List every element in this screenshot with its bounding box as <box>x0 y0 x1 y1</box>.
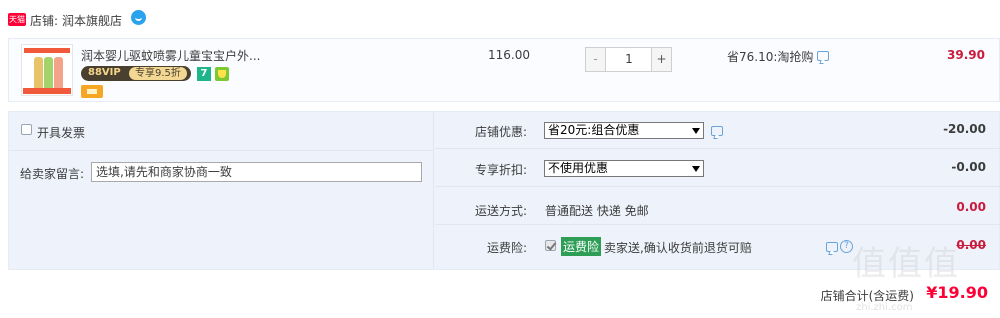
exclusive-discount-label: 专享折扣: <box>474 163 527 177</box>
savings-text: 省76.10:淘抢购 <box>727 50 814 64</box>
divider <box>435 148 1000 149</box>
exclusive-discount-amount: -0.00 <box>951 160 986 174</box>
dropdown-arrow-icon <box>692 166 700 172</box>
seven-day-return-icon: 7 <box>197 67 211 81</box>
freight-insurance-badge: 运费险 <box>561 237 602 256</box>
order-shop-section: 天猫 店铺: 润本旗舰店 润本婴儿驱蚊喷雾儿童宝宝户外... 88VIP 专享9… <box>0 0 1000 318</box>
guarantee-shield-icon <box>215 67 229 81</box>
item-subtotal: 39.90 <box>947 48 985 62</box>
unit-price: 116.00 <box>488 48 530 62</box>
quantity-input[interactable]: 1 <box>607 48 651 71</box>
quantity-stepper: - 1 + <box>585 47 672 72</box>
cart-item-row: 润本婴儿驱蚊喷雾儿童宝宝户外... 88VIP 专享9.5折 7 116.00 … <box>8 38 1000 102</box>
freight-insurance-checkbox[interactable] <box>545 240 556 251</box>
exclusive-discount-selected: 不使用优惠 <box>548 161 609 175</box>
product-thumbnail[interactable] <box>21 44 73 96</box>
freight-insurance-text: 卖家送,确认收货前退货可赔 <box>604 241 752 255</box>
exclusive-discount-select[interactable]: 不使用优惠 <box>544 160 704 177</box>
shop-label: 店铺: <box>30 14 59 28</box>
vip-badge: 88VIP 专享9.5折 <box>81 66 191 81</box>
shipping-method: 普通配送 快递 免邮 <box>545 204 649 218</box>
shipping-amount: 0.00 <box>956 200 986 214</box>
shop-name-link[interactable]: 润本旗舰店 <box>62 12 122 29</box>
comment-icon[interactable] <box>817 51 829 61</box>
divider <box>435 186 1000 187</box>
quantity-decrease-button[interactable]: - <box>586 48 606 71</box>
quantity-increase-button[interactable]: + <box>651 48 671 71</box>
product-title-link[interactable]: 润本婴儿驱蚊喷雾儿童宝宝户外... <box>81 47 260 64</box>
watermark-logo: 值值值 <box>852 244 960 284</box>
divider <box>435 224 1000 225</box>
shop-discount-select[interactable]: 省20元:组合优惠 <box>544 122 704 139</box>
freight-insurance-amount: 0.00 <box>956 238 986 252</box>
divider <box>9 150 434 151</box>
shipping-label: 运送方式: <box>474 204 527 218</box>
shop-discount-amount: -20.00 <box>943 122 986 136</box>
invoice-label: 开具发票 <box>37 126 86 140</box>
shop-discount-selected: 省20元:组合优惠 <box>548 123 640 137</box>
shop-total-amount: ¥19.90 <box>926 283 988 302</box>
left-options: 开具发票 给卖家留言: 选填,请先和商家协商一致 <box>9 112 434 269</box>
freight-insurance-label: 运费险: <box>486 241 527 255</box>
seller-message-input[interactable]: 选填,请先和商家协商一致 <box>91 162 422 182</box>
invoice-checkbox[interactable] <box>21 124 32 135</box>
vip-discount-label: 专享9.5折 <box>129 67 187 80</box>
credit-card-icon <box>81 85 103 98</box>
comment-icon[interactable] <box>826 242 838 252</box>
dropdown-arrow-icon <box>692 128 700 134</box>
seller-message-label: 给卖家留言: <box>20 167 85 181</box>
shop-header: 天猫 店铺: 润本旗舰店 <box>0 0 1000 38</box>
wangwang-chat-icon[interactable] <box>131 10 146 25</box>
shop-discount-label: 店铺优惠: <box>474 125 527 139</box>
vip-label: 88VIP <box>88 67 121 78</box>
comment-icon[interactable] <box>711 126 723 136</box>
tmall-icon: 天猫 <box>8 13 26 26</box>
watermark-url: zhi.zhi.com <box>856 302 913 313</box>
